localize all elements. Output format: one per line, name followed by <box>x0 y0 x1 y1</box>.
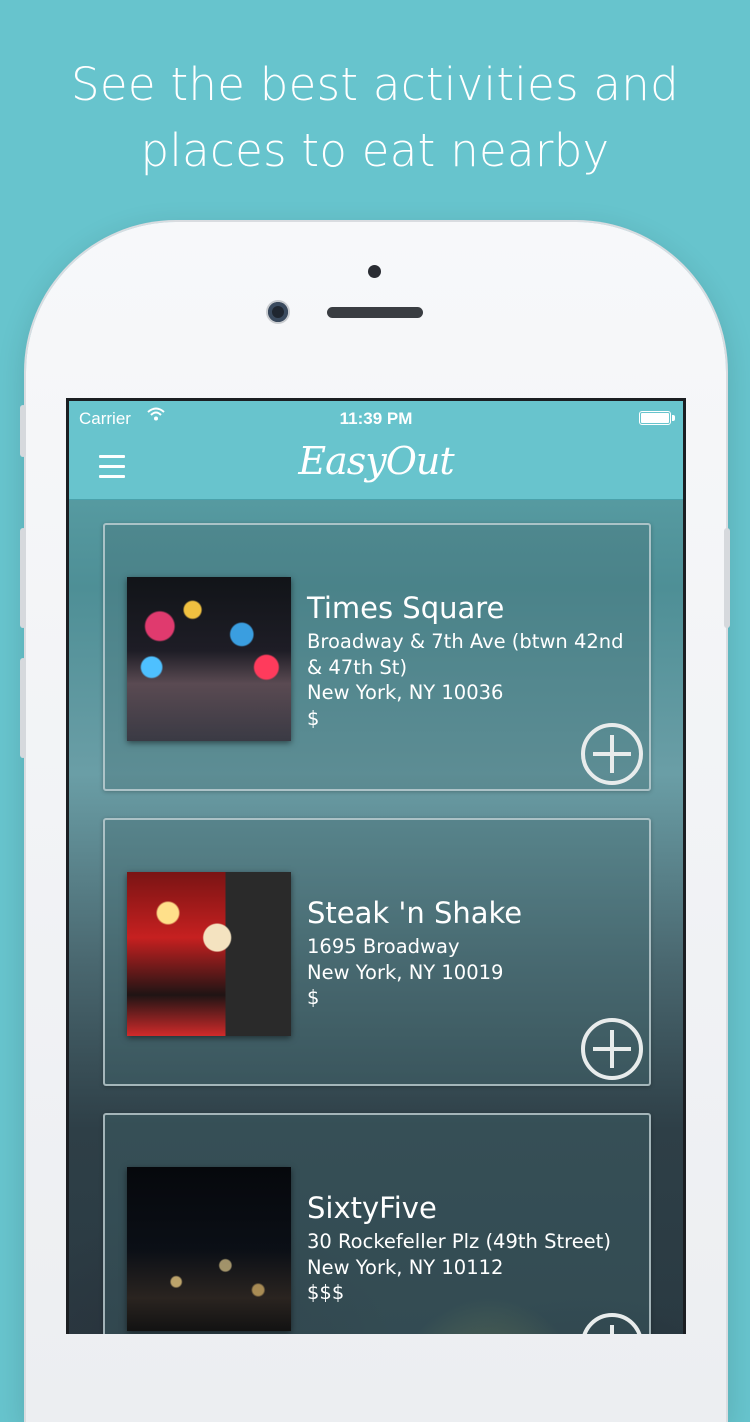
place-name: Times Square <box>307 591 505 625</box>
place-card[interactable]: Steak 'n Shake 1695 Broadway New York, N… <box>103 818 651 1086</box>
place-address: 1695 Broadway <box>307 935 460 958</box>
place-price: $$$ <box>307 1281 345 1304</box>
headline-line-1: See the best activities and <box>71 58 679 111</box>
phone-side-button <box>20 405 26 457</box>
status-time: 11:39 PM <box>339 409 413 428</box>
proximity-sensor <box>368 265 381 278</box>
earpiece-speaker <box>327 307 423 318</box>
phone-volume-up <box>20 528 26 628</box>
add-place-button[interactable] <box>581 1313 643 1334</box>
place-details: Broadway & 7th Ave (btwn 42nd & 47th St)… <box>307 629 627 731</box>
add-place-button[interactable] <box>581 1018 643 1080</box>
phone-power-button <box>724 528 730 628</box>
place-name: SixtyFive <box>307 1191 437 1225</box>
place-details: 1695 Broadway New York, NY 10019 $ <box>307 934 627 1011</box>
place-address: 30 Rockefeller Plz (49th Street) <box>307 1230 611 1253</box>
battery-icon <box>639 411 675 425</box>
place-address: Broadway & 7th Ave (btwn 42nd & 47th St) <box>307 630 624 679</box>
place-photo <box>127 872 291 1036</box>
place-photo <box>127 577 291 741</box>
place-price: $ <box>307 986 320 1009</box>
front-camera <box>268 302 288 322</box>
place-name: Steak 'n Shake <box>307 896 523 930</box>
phone-screen: Carrier 11:39 PM EasyOut Times Square Br… <box>66 398 686 1334</box>
status-bar: Carrier 11:39 PM <box>69 401 683 437</box>
phone-volume-down <box>20 658 26 758</box>
place-card[interactable]: SixtyFive 30 Rockefeller Plz (49th Stree… <box>103 1113 651 1334</box>
place-card[interactable]: Times Square Broadway & 7th Ave (btwn 42… <box>103 523 651 791</box>
promo-headline: See the best activities and places to ea… <box>0 52 750 184</box>
navigation-bar: EasyOut <box>69 437 683 500</box>
place-details: 30 Rockefeller Plz (49th Street) New Yor… <box>307 1229 627 1306</box>
place-city: New York, NY 10112 <box>307 1255 504 1279</box>
add-place-button[interactable] <box>581 723 643 785</box>
place-city: New York, NY 10019 <box>307 960 504 984</box>
app-background: Carrier 11:39 PM EasyOut Times Square Br… <box>69 401 683 1334</box>
app-logo: EasyOut <box>298 439 454 483</box>
place-city: New York, NY 10036 <box>307 681 504 704</box>
headline-line-2: places to eat nearby <box>140 124 610 177</box>
place-price: $ <box>307 706 320 730</box>
place-photo <box>127 1167 291 1331</box>
